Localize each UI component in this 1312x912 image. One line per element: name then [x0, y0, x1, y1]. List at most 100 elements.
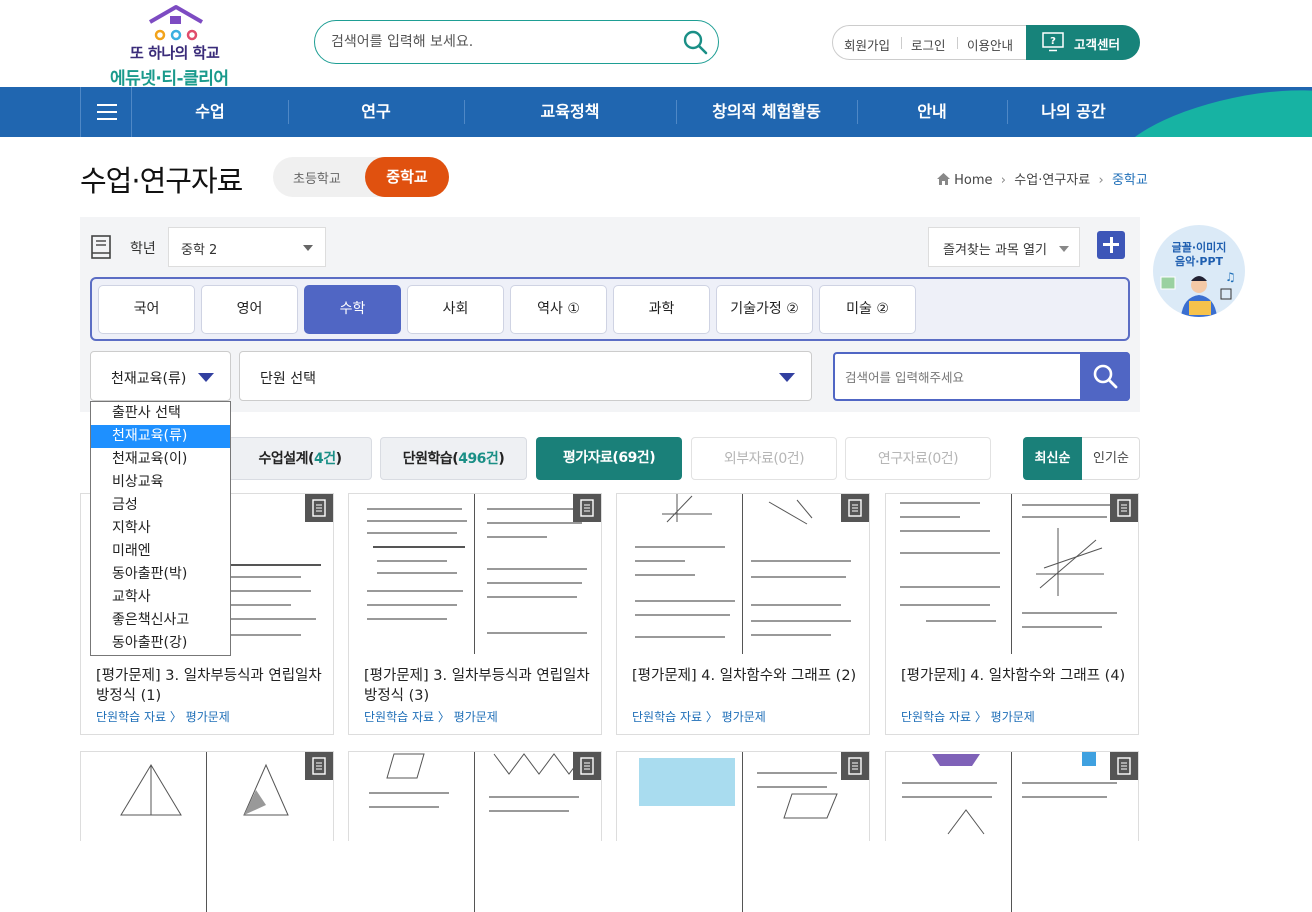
add-favorite-button[interactable]	[1097, 231, 1125, 259]
resource-card[interactable]: [평가문제] 3. 일차부등식과 연립일차방정식 (3) 단원학습 자료 〉 평…	[348, 493, 602, 735]
resource-card[interactable]: [평가문제] 4. 일차함수와 그래프 (4) 단원학습 자료 〉 평가문제	[885, 493, 1139, 735]
category-external[interactable]: 외부자료(0건)	[691, 437, 837, 480]
card-meta[interactable]: 단원학습 자료 〉 평가문제	[364, 708, 498, 725]
card-title[interactable]: [평가문제] 4. 일차함수와 그래프 (2)	[632, 666, 860, 686]
subject-art[interactable]: 미술 ②	[819, 285, 916, 334]
favorite-subjects-label: 즐겨찾는 과목 열기	[943, 243, 1047, 258]
nav-item-research[interactable]: 연구	[288, 87, 464, 137]
publisher-option[interactable]: 좋은책신사고	[91, 609, 230, 632]
tab-middle-school[interactable]: 중학교	[365, 157, 449, 197]
search-icon	[1093, 364, 1118, 389]
subject-history[interactable]: 역사 ①	[510, 285, 607, 334]
breadcrumb-materials[interactable]: 수업·연구자료	[1014, 173, 1090, 188]
category-lesson-design[interactable]: 수업설계(4건)	[228, 437, 372, 480]
breadcrumb-sep-icon: ›	[996, 173, 1011, 188]
teacher-illustration-icon: ♫	[1160, 270, 1236, 317]
resource-card[interactable]	[885, 751, 1139, 912]
category-count: 0건	[778, 451, 800, 467]
card-title[interactable]: [평가문제] 3. 일차부등식과 연립일차방정식 (1)	[96, 666, 324, 706]
tab-elementary[interactable]: 초등학교	[293, 168, 341, 187]
nav-item-class[interactable]: 수업	[132, 87, 288, 137]
banner-text: 글꼴·이미지 음악·PPT	[1153, 241, 1245, 269]
card-title[interactable]: [평가문제] 3. 일차부등식과 연립일차방정식 (3)	[364, 666, 592, 706]
support-button[interactable]: ? 고객센터	[1026, 25, 1140, 60]
resource-card[interactable]	[616, 751, 870, 912]
global-search-input[interactable]	[331, 31, 671, 53]
nav-item-activities[interactable]: 창의적 체험활동	[676, 87, 857, 137]
page-title: 수업·연구자료	[80, 164, 243, 198]
publisher-option[interactable]: 금성	[91, 494, 230, 517]
category-unit-study[interactable]: 단원학습(496건)	[380, 437, 527, 480]
site-logo[interactable]: 또 하나의 학교 에듀넷·티-클리어	[108, 4, 248, 89]
card-meta[interactable]: 단원학습 자료 〉 평가문제	[901, 708, 1035, 725]
keyword-search-button[interactable]	[1080, 352, 1130, 401]
plus-icon	[1109, 237, 1113, 253]
unit-select[interactable]: 단원 선택	[239, 351, 812, 401]
favorite-subjects-button[interactable]: 즐겨찾는 과목 열기	[928, 227, 1080, 267]
main-nav: 수업 연구 교육정책 창의적 체험활동 안내 나의 공간	[0, 87, 1312, 137]
category-label: 수업설계	[258, 451, 309, 467]
unit-value: 단원 선택	[260, 371, 316, 387]
category-assessment[interactable]: 평가자료(69건)	[536, 437, 682, 480]
breadcrumb: Home › 수업·연구자료 › 중학교	[937, 169, 1148, 188]
guide-link[interactable]: 이용안내	[967, 35, 1013, 54]
school-level-toggle: 초등학교 중학교	[273, 157, 449, 197]
breadcrumb-home[interactable]: Home	[954, 173, 992, 188]
login-link[interactable]: 로그인	[911, 35, 946, 54]
search-icon[interactable]	[682, 29, 708, 55]
divider	[957, 37, 958, 49]
chevron-down-icon	[779, 373, 795, 382]
category-label: 평가자료	[562, 450, 613, 466]
category-label: 연구자료	[877, 451, 928, 467]
global-search	[314, 20, 719, 64]
sort-popular[interactable]: 인기순	[1082, 438, 1140, 479]
keyword-search-input[interactable]	[845, 367, 1075, 387]
house-logo-icon	[149, 5, 203, 41]
publisher-option[interactable]: 비상교육	[91, 471, 230, 494]
publisher-option[interactable]: 동아출판(박)	[91, 563, 230, 586]
subject-korean[interactable]: 국어	[98, 285, 195, 334]
publisher-value: 천재교육(류)	[111, 371, 187, 387]
card-thumbnail	[617, 494, 869, 654]
nav-item-info[interactable]: 안내	[857, 87, 1007, 137]
publisher-select[interactable]: 천재교육(류)	[90, 351, 231, 401]
signup-link[interactable]: 회원가입	[844, 35, 890, 54]
keyword-search	[833, 352, 1130, 401]
category-count: 4건	[313, 451, 336, 467]
chevron-down-icon	[1059, 246, 1069, 252]
grade-value: 중학 2	[181, 243, 218, 258]
nav-item-my-space[interactable]: 나의 공간	[1007, 87, 1140, 137]
publisher-option[interactable]: 교학사	[91, 586, 230, 609]
publisher-option[interactable]: 지학사	[91, 517, 230, 540]
subject-social[interactable]: 사회	[407, 285, 504, 334]
card-meta[interactable]: 단원학습 자료 〉 평가문제	[96, 708, 230, 725]
publisher-option-selected[interactable]: 천재교육(류)	[91, 425, 230, 448]
publisher-option[interactable]: 동아출판(강)	[91, 632, 230, 655]
publisher-option[interactable]: 미래엔	[91, 540, 230, 563]
home-icon	[937, 173, 950, 185]
breadcrumb-current[interactable]: 중학교	[1112, 173, 1148, 188]
card-meta[interactable]: 단원학습 자료 〉 평가문제	[632, 708, 766, 725]
menu-icon[interactable]	[80, 87, 132, 137]
document-icon	[841, 494, 869, 522]
fonts-images-banner[interactable]: 글꼴·이미지 음악·PPT ♫	[1153, 225, 1245, 317]
sort-newest[interactable]: 최신순	[1023, 437, 1082, 480]
subject-tech-home[interactable]: 기술가정 ②	[716, 285, 813, 334]
resource-card[interactable]	[348, 751, 602, 912]
category-label: 외부자료	[723, 451, 774, 467]
category-research[interactable]: 연구자료(0건)	[845, 437, 991, 480]
card-title[interactable]: [평가문제] 4. 일차함수와 그래프 (4)	[901, 666, 1129, 686]
resource-card[interactable]	[80, 751, 334, 912]
category-count: 69건	[618, 450, 650, 466]
card-thumbnail	[617, 752, 869, 912]
publisher-option[interactable]: 출판사 선택	[91, 402, 230, 425]
subject-english[interactable]: 영어	[201, 285, 298, 334]
subject-science[interactable]: 과학	[613, 285, 710, 334]
grade-select[interactable]: 중학 2	[168, 227, 326, 267]
card-thumbnail	[349, 752, 601, 912]
nav-item-policy[interactable]: 교육정책	[464, 87, 676, 137]
subject-math[interactable]: 수학	[304, 285, 401, 334]
category-count: 0건	[932, 451, 954, 467]
resource-card[interactable]: [평가문제] 4. 일차함수와 그래프 (2) 단원학습 자료 〉 평가문제	[616, 493, 870, 735]
publisher-option[interactable]: 천재교육(이)	[91, 448, 230, 471]
